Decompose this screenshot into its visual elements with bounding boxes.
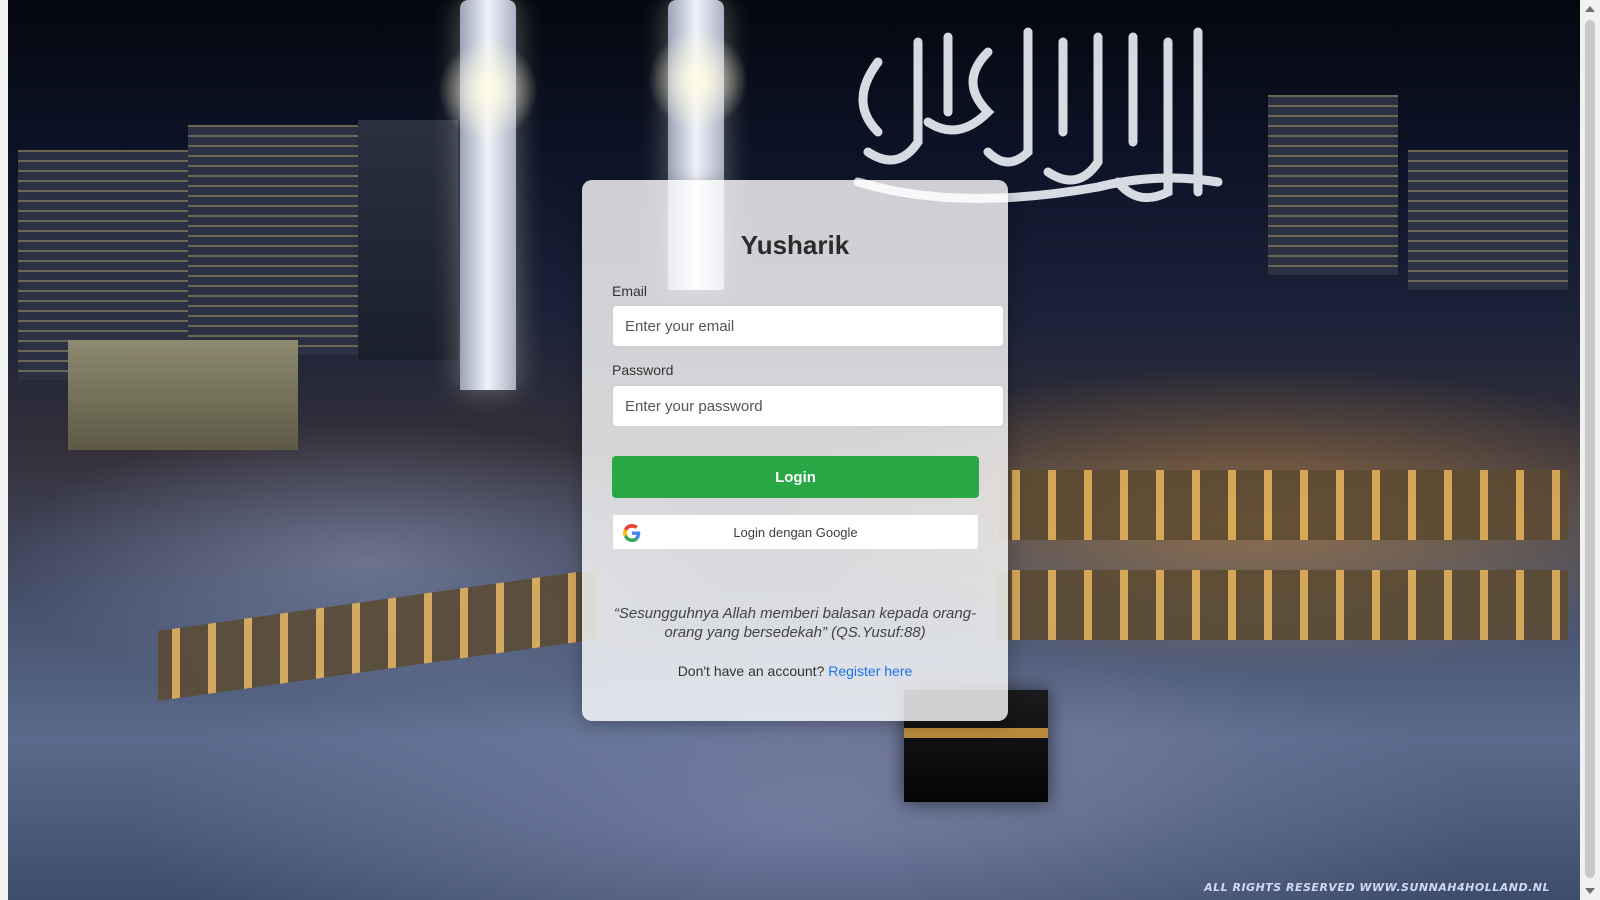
vertical-scrollbar[interactable] [1580, 0, 1600, 900]
register-prompt-text: Don't have an account? [677, 663, 825, 679]
minaret-light [438, 40, 538, 140]
register-prompt: Don't have an account? Register here [582, 663, 1008, 679]
background-building [1408, 150, 1568, 290]
background-building [358, 120, 458, 360]
password-input[interactable] [612, 385, 1004, 427]
background-building [1268, 95, 1398, 275]
mosque-arcade [158, 569, 598, 701]
password-label: Password [612, 362, 674, 378]
scroll-up-icon[interactable] [1585, 6, 1595, 12]
email-input[interactable] [612, 305, 1004, 347]
background-building [188, 125, 358, 355]
quote-text: “Sesungguhnya Allah memberi balasan kepa… [613, 605, 977, 641]
scrollbar-thumb[interactable] [1585, 20, 1595, 878]
google-login-button[interactable]: Login dengan Google [612, 514, 979, 550]
app-title: Yusharik [740, 230, 850, 260]
google-login-label: Login dengan Google [733, 525, 858, 540]
login-button[interactable]: Login [612, 456, 979, 498]
scroll-down-icon[interactable] [1585, 888, 1595, 894]
login-card: Yusharik Email Password Login Login deng… [582, 180, 1008, 721]
mosque-arcade [998, 570, 1568, 640]
email-label: Email [612, 283, 648, 299]
page-left-edge [0, 0, 8, 900]
background-watermark: ALL RIGHTS RESERVED WWW.SUNNAH4HOLLAND.N… [1204, 881, 1550, 894]
kaaba-band [904, 728, 1048, 738]
register-link[interactable]: Register here [828, 663, 912, 679]
minaret-light [648, 30, 748, 130]
background-building [68, 340, 298, 450]
google-g-icon [623, 524, 641, 542]
mosque-arcade [998, 470, 1568, 540]
